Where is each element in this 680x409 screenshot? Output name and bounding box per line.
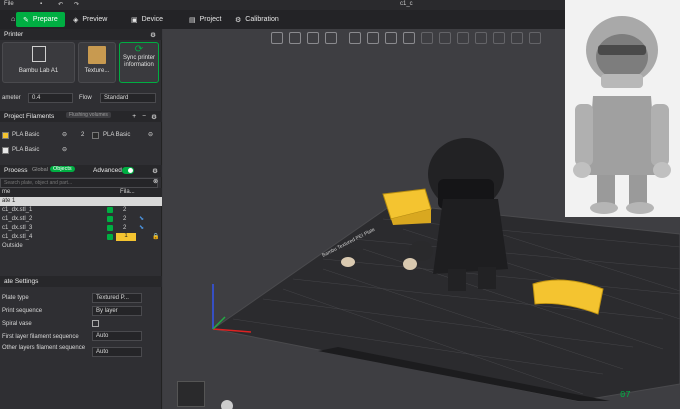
process-global-tab[interactable]: Global bbox=[32, 167, 48, 173]
close-search-icon[interactable]: ⊗ bbox=[153, 178, 158, 185]
add-filament-icon[interactable]: + bbox=[132, 113, 136, 120]
tab-project[interactable]: ▤ Project bbox=[182, 12, 228, 27]
paint-icon[interactable]: ⬊ bbox=[139, 224, 144, 231]
spiral-vase-label: Spiral vase bbox=[2, 321, 32, 327]
print-sequence-label: Print sequence bbox=[2, 308, 43, 314]
process-settings-icon[interactable]: ⚙ bbox=[152, 167, 158, 175]
other-layers-sequence-label: Other layers filament sequence bbox=[2, 345, 86, 351]
object-row-1[interactable]: c1_dx.stl_1 2 bbox=[0, 206, 162, 215]
character-preview-render bbox=[573, 16, 671, 214]
filament-1-swatch[interactable] bbox=[2, 132, 9, 139]
flow-select[interactable]: Standard bbox=[100, 93, 156, 103]
visible-checkbox[interactable] bbox=[107, 234, 113, 240]
first-layer-sequence-select[interactable]: Auto bbox=[92, 331, 142, 341]
process-objects-tab[interactable]: Objects bbox=[50, 166, 75, 172]
settings-gear-icon[interactable]: ⚙ bbox=[150, 31, 156, 39]
visible-checkbox[interactable] bbox=[107, 225, 113, 231]
plate-row[interactable]: ate 1 bbox=[0, 197, 162, 206]
visible-checkbox[interactable] bbox=[107, 216, 113, 222]
filament-2-number: 2 bbox=[81, 132, 85, 138]
plate-type-select[interactable]: Textured P... bbox=[92, 293, 142, 303]
sync-label: Sync printer information bbox=[122, 55, 155, 68]
printer-section-header: Printer ⚙ bbox=[0, 29, 162, 40]
other-layers-sequence-select[interactable]: Auto bbox=[92, 347, 142, 357]
view-orientation-icon[interactable] bbox=[221, 400, 233, 409]
calibration-icon: ⚙ bbox=[235, 16, 242, 24]
column-filament[interactable]: Fila... bbox=[120, 189, 135, 195]
outside-row[interactable]: Outside bbox=[0, 242, 162, 251]
remove-filament-icon[interactable]: − bbox=[142, 113, 146, 120]
diameter-label: ameter bbox=[2, 95, 21, 101]
plate-type-label: Plate type bbox=[2, 295, 29, 301]
filament-3-edit-icon[interactable]: ⊖ bbox=[62, 146, 67, 153]
filament-1-edit-icon[interactable]: ⊖ bbox=[62, 131, 67, 138]
plate-label: Texture... bbox=[84, 68, 110, 74]
preview-icon: ◈ bbox=[73, 16, 79, 24]
object-row-3[interactable]: c1_dx.stl_3 2 ⬊ bbox=[0, 224, 162, 233]
object-search-input[interactable]: Search plate, object and part... bbox=[0, 178, 158, 188]
tab-device[interactable]: ▣ Device bbox=[124, 12, 170, 27]
file-menu[interactable]: File bbox=[4, 1, 14, 7]
sync-icon: ⟳ bbox=[134, 44, 144, 55]
object-list-header: me Fila... bbox=[0, 188, 162, 197]
redo-icon[interactable]: ↷ bbox=[74, 1, 79, 8]
printer-card[interactable]: Bambu Lab A1 bbox=[2, 42, 75, 83]
filament-2-name[interactable]: PLA Basic bbox=[103, 132, 130, 138]
plate-number: 07 bbox=[620, 390, 631, 400]
view-cube[interactable] bbox=[177, 381, 205, 407]
plate-settings-header: ate Settings bbox=[0, 276, 162, 287]
advanced-toggle[interactable] bbox=[122, 167, 134, 174]
tab-calibration[interactable]: ⚙ Calibration bbox=[228, 12, 286, 27]
filament-2-swatch[interactable] bbox=[92, 132, 99, 139]
window-title: c1_c bbox=[400, 1, 413, 7]
column-name[interactable]: me bbox=[2, 189, 10, 195]
filaments-section-header: Project Filaments Flushing volumes + − ⚙ bbox=[0, 111, 162, 122]
process-section-header: Process Global Objects Advanced ⚙ bbox=[0, 165, 162, 177]
filament-2-edit-icon[interactable]: ⊖ bbox=[148, 131, 153, 138]
print-sequence-select[interactable]: By layer bbox=[92, 306, 142, 316]
printer-icon bbox=[31, 46, 46, 62]
first-layer-sequence-label: First layer filament sequence bbox=[2, 334, 79, 340]
flow-label: Flow bbox=[79, 95, 92, 101]
advanced-label: Advanced bbox=[93, 167, 122, 174]
printer-name: Bambu Lab A1 bbox=[18, 68, 59, 74]
filament-badge[interactable]: 1 bbox=[116, 233, 136, 241]
save-icon[interactable]: ▪ bbox=[40, 1, 42, 7]
filament-settings-icon[interactable]: ⚙ bbox=[151, 113, 157, 121]
device-icon: ▣ bbox=[131, 16, 138, 24]
tab-preview[interactable]: ◈ Preview bbox=[66, 12, 114, 27]
project-icon: ▤ bbox=[189, 16, 196, 24]
filament-1-name[interactable]: PLA Basic bbox=[12, 132, 39, 138]
lock-icon[interactable]: 🔒 bbox=[152, 233, 159, 240]
tab-prepare[interactable]: ✎ Prepare bbox=[16, 12, 65, 27]
visible-checkbox[interactable] bbox=[107, 207, 113, 213]
nozzle-diameter-select[interactable]: 0.4 bbox=[28, 93, 73, 103]
filament-3-name[interactable]: PLA Basic bbox=[12, 147, 39, 153]
paint-icon[interactable]: ⬊ bbox=[139, 215, 144, 222]
undo-icon[interactable]: ↶ bbox=[58, 1, 63, 8]
object-row-2[interactable]: c1_dx.stl_2 2 ⬊ bbox=[0, 215, 162, 224]
object-row-4[interactable]: c1_dx.stl_4 1 🔒 bbox=[0, 233, 162, 242]
prepare-icon: ✎ bbox=[23, 16, 29, 24]
plate-type-card[interactable]: Texture... bbox=[78, 42, 116, 83]
model-preview-thumbnail bbox=[565, 0, 680, 217]
sync-printer-button[interactable]: ⟳ Sync printer information bbox=[119, 42, 159, 83]
sidebar: Printer ⚙ Bambu Lab A1 Texture... ⟳ Sync… bbox=[0, 29, 162, 409]
plate-image bbox=[88, 46, 106, 64]
spiral-vase-checkbox[interactable] bbox=[92, 320, 99, 327]
flushing-volumes-button[interactable]: Flushing volumes bbox=[66, 112, 111, 118]
filament-3-swatch[interactable] bbox=[2, 147, 9, 154]
